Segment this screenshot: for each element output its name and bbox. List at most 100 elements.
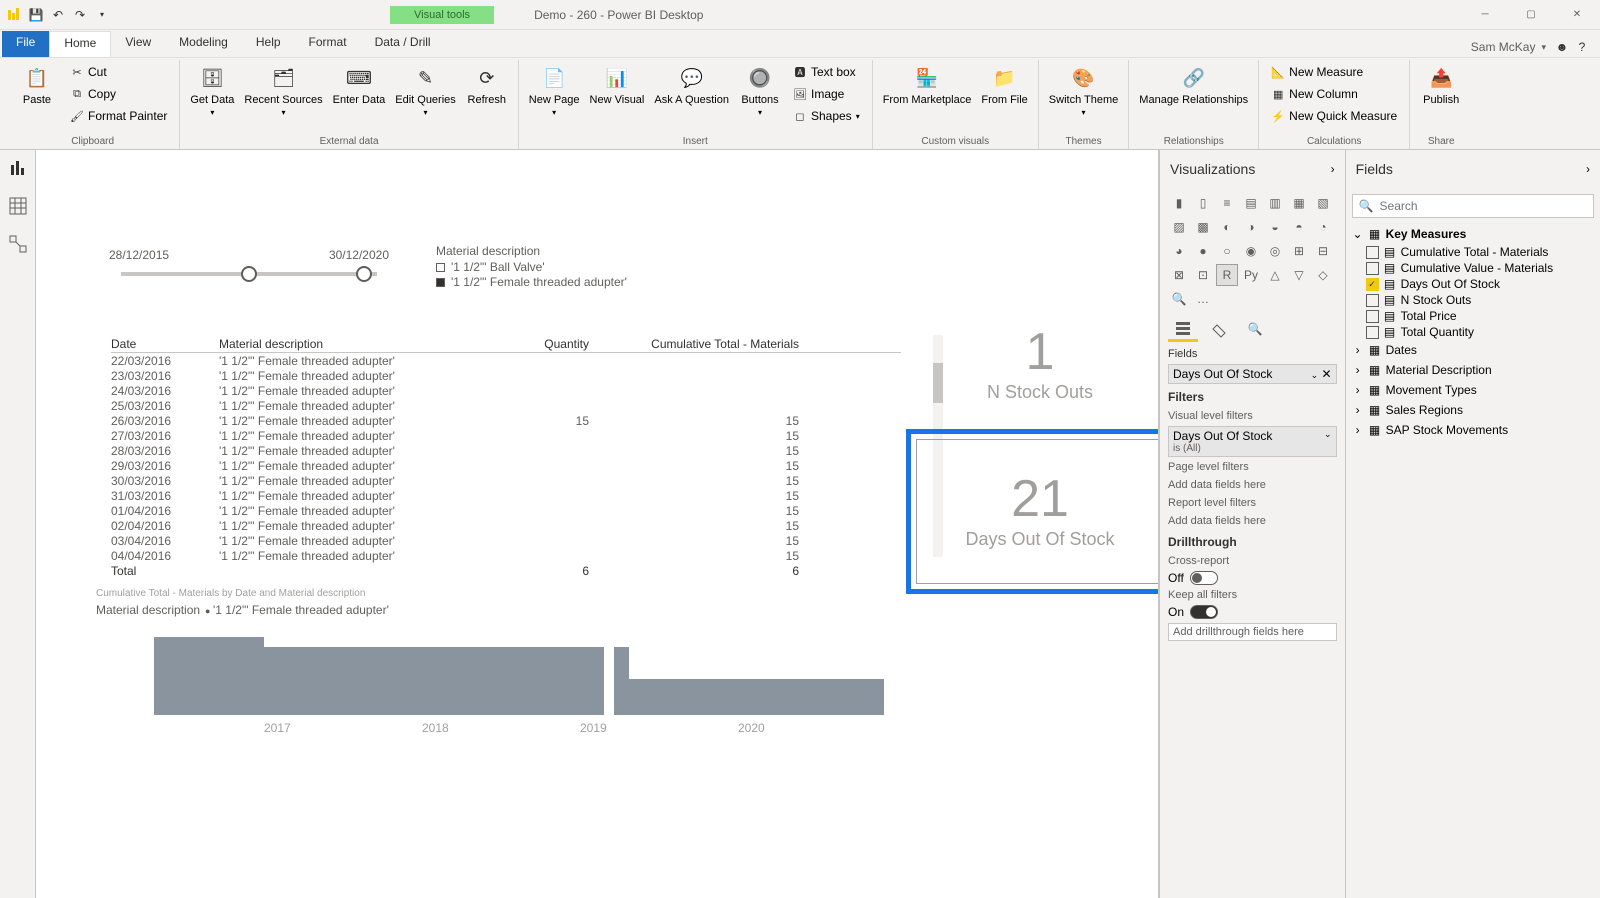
checkbox-icon[interactable] [1366,326,1379,339]
checkbox-icon[interactable] [1366,294,1379,307]
vis-type-icon[interactable]: ○ [1216,240,1238,262]
refresh-button[interactable]: ⟳Refresh [464,62,510,108]
vis-type-icon[interactable]: ◎ [1264,240,1286,262]
materials-table[interactable]: Date Material description Quantity Cumul… [111,335,901,578]
col-material[interactable]: Material description [219,337,479,351]
fields-search[interactable]: 🔍 [1352,194,1594,218]
image-button[interactable]: 🖼Image [789,84,864,104]
card-days-out-of-stock[interactable]: 21 Days Out Of Stock [906,429,1174,594]
model-view-icon[interactable] [8,234,28,254]
new-visual-button[interactable]: 📊New Visual [588,62,647,108]
table-row[interactable]: 03/04/2016'1 1/2"' Female threaded adupt… [111,533,901,548]
help-icon[interactable]: ? [1572,37,1592,57]
vis-type-icon[interactable]: △ [1264,264,1286,286]
table-item[interactable]: ›▦Movement Types [1352,380,1594,400]
field-chip-days-out[interactable]: Days Out Of Stock⌄ ✕ [1168,364,1337,384]
table-row[interactable]: 02/04/2016'1 1/2"' Female threaded adupt… [111,518,901,533]
vis-type-icon[interactable]: ▨ [1168,216,1190,238]
table-row[interactable]: 26/03/2016'1 1/2"' Female threaded adupt… [111,413,901,428]
vis-type-icon[interactable]: ⊡ [1192,264,1214,286]
new-quick-measure-button[interactable]: ⚡New Quick Measure [1267,106,1401,126]
vis-type-icon[interactable]: ● [1192,240,1214,262]
collapse-icon[interactable]: ⌄ [1352,227,1364,241]
minimize-icon[interactable]: ─ [1462,0,1508,30]
col-date[interactable]: Date [111,337,219,351]
expand-icon[interactable]: › [1352,363,1364,377]
table-item[interactable]: ›▦Sales Regions [1352,400,1594,420]
tab-modeling[interactable]: Modeling [165,31,242,57]
chevron-right-icon[interactable]: › [1586,162,1590,176]
vis-type-icon[interactable]: ▮ [1168,192,1190,214]
checkbox-icon[interactable] [1366,262,1379,275]
chip-chevron-icon[interactable]: ⌄ [1311,370,1319,380]
vis-type-icon[interactable]: ▽ [1288,264,1310,286]
col-cumulative[interactable]: Cumulative Total - Materials [589,337,799,351]
tab-help[interactable]: Help [242,31,295,57]
account-name[interactable]: Sam McKay [1471,40,1536,54]
filter-chip-days-out[interactable]: Days Out Of Stock⌄is (All) [1168,426,1337,457]
tab-datadrill[interactable]: Data / Drill [361,31,445,57]
col-quantity[interactable]: Quantity [479,337,589,351]
vis-type-icon[interactable]: ◐ [1216,216,1238,238]
checkbox-icon[interactable] [1366,310,1379,323]
publish-button[interactable]: 📤Publish [1418,62,1464,108]
keep-all-filters-toggle[interactable]: On [1168,605,1337,619]
measure-field[interactable]: ▤Cumulative Value - Materials [1352,260,1594,276]
vis-type-icon[interactable]: ◕ [1168,240,1190,262]
vis-type-icon[interactable]: ▧ [1312,192,1334,214]
ask-question-button[interactable]: 💬Ask A Question [652,62,731,108]
report-view-icon[interactable] [8,158,28,178]
vis-type-icon[interactable]: … [1192,288,1214,310]
filter-chevron-icon[interactable]: ⌄ [1324,429,1332,443]
recent-sources-button[interactable]: 🗂Recent Sources▾ [242,62,324,119]
measure-field[interactable]: ▤N Stock Outs [1352,292,1594,308]
table-row[interactable]: 23/03/2016'1 1/2"' Female threaded adupt… [111,368,901,383]
table-row[interactable]: 22/03/2016'1 1/2"' Female threaded adupt… [111,353,901,368]
table-row[interactable]: 30/03/2016'1 1/2"' Female threaded adupt… [111,473,901,488]
switch-theme-button[interactable]: 🎨Switch Theme▾ [1047,62,1121,119]
redo-icon[interactable]: ↷ [72,7,88,23]
more-qat-icon[interactable]: ▾ [94,7,110,23]
expand-icon[interactable]: › [1352,403,1364,417]
slider-handle-left[interactable] [241,266,257,282]
measure-field[interactable]: ▤Total Quantity [1352,324,1594,340]
vis-type-icon[interactable]: 🔍 [1168,288,1190,310]
vis-type-icon[interactable]: ▩ [1192,216,1214,238]
table-row[interactable]: 29/03/2016'1 1/2"' Female threaded adupt… [111,458,901,473]
page-filters-drop[interactable]: Add data fields here [1168,477,1337,493]
table-row[interactable]: 27/03/2016'1 1/2"' Female threaded adupt… [111,428,901,443]
tab-file[interactable]: File [2,31,49,57]
measure-field[interactable]: ▤Cumulative Total - Materials [1352,244,1594,260]
copy-button[interactable]: ⧉Copy [66,84,171,104]
vis-type-icon[interactable]: ▤ [1240,192,1262,214]
tab-home[interactable]: Home [49,31,111,57]
vis-type-icon[interactable]: ◑ [1240,216,1262,238]
format-well-button[interactable] [1204,316,1234,342]
visual-tools-tab[interactable]: Visual tools [390,6,494,24]
vis-type-icon[interactable]: ◉ [1240,240,1262,262]
vis-type-icon[interactable]: ≡ [1216,192,1238,214]
chip-remove-icon[interactable]: ✕ [1322,367,1332,381]
cumulative-chart[interactable]: Cumulative Total - Materials by Date and… [96,588,921,743]
new-measure-button[interactable]: 📐New Measure [1267,62,1401,82]
vis-type-icon[interactable]: ⊞ [1288,240,1310,262]
measure-field[interactable]: ✓▤Days Out Of Stock [1352,276,1594,292]
cross-report-toggle[interactable]: Off [1168,571,1337,585]
table-row[interactable]: 28/03/2016'1 1/2"' Female threaded adupt… [111,443,901,458]
expand-icon[interactable]: › [1352,383,1364,397]
slider-handle-right[interactable] [356,266,372,282]
measure-field[interactable]: ▤Total Price [1352,308,1594,324]
cut-button[interactable]: ✂Cut [66,62,171,82]
checkbox-icon[interactable] [1366,246,1379,259]
vis-type-icon[interactable]: ◔ [1312,216,1334,238]
table-item[interactable]: ›▦Dates [1352,340,1594,360]
vis-type-icon[interactable]: ⊟ [1312,240,1334,262]
table-row[interactable]: 04/04/2016'1 1/2"' Female threaded adupt… [111,548,901,563]
enter-data-button[interactable]: ⌨Enter Data [331,62,388,108]
paste-button[interactable]: 📋Paste [14,62,60,108]
smiley-icon[interactable]: ☻ [1552,37,1572,57]
new-page-button[interactable]: 📄New Page▾ [527,62,582,119]
textbox-button[interactable]: 🅰Text box [789,62,864,82]
vis-type-icon[interactable]: ▯ [1192,192,1214,214]
vis-type-icon[interactable]: ◓ [1288,216,1310,238]
